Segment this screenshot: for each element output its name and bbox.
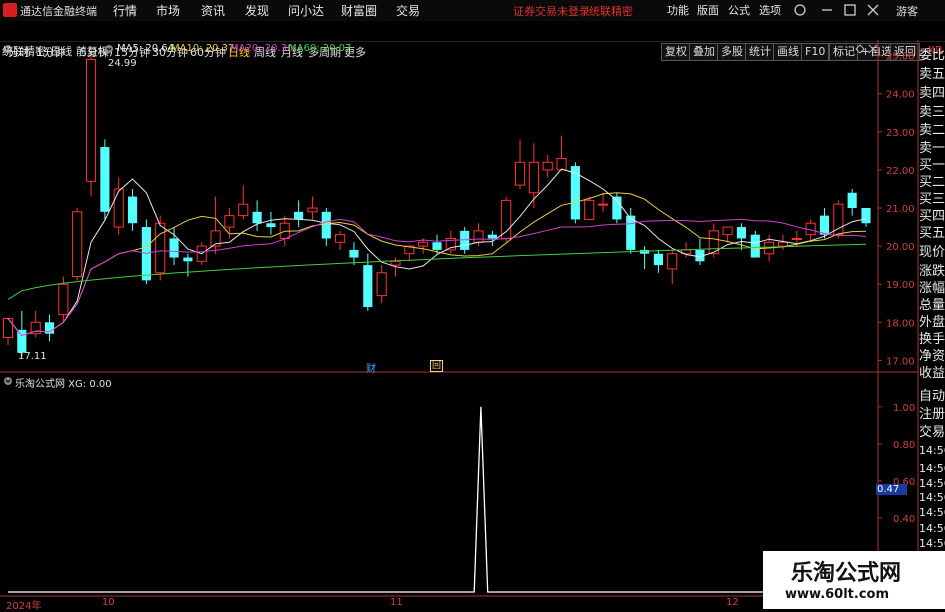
candle-body-up [58, 283, 69, 316]
candle-body-down [183, 257, 193, 262]
watermark-title: 乐淘公式网 [791, 561, 902, 586]
candle-body-down [487, 234, 497, 239]
x-axis-label-oct: 10 [102, 597, 115, 608]
price-tick-label: 22.00 [886, 166, 915, 177]
candle-body-down [847, 192, 857, 208]
candle-body-down [266, 223, 276, 228]
xg-tick-label: 0.40 [893, 514, 915, 525]
high-price-label: 24.99 [108, 58, 137, 69]
candle-body-down [321, 211, 331, 239]
candle-body-down [169, 238, 179, 258]
x-axis-label-dec: 12 [726, 597, 739, 608]
candle-body-up [155, 222, 166, 274]
candle-body-up [113, 188, 124, 228]
candle-body-up [418, 241, 429, 247]
cai-marker[interactable]: 财 [366, 360, 376, 375]
indicator-panel-title: 乐淘公式网 XG: 0.00 [15, 379, 112, 390]
price-tick-label: 25.00 [886, 52, 915, 63]
candle-body-up [307, 207, 318, 213]
price-tick-label: 20.00 [886, 242, 915, 253]
hui-marker[interactable]: 回 [430, 360, 444, 372]
candle-body-up [722, 226, 733, 236]
x-axis-label-nov: 11 [390, 597, 403, 608]
indicator-settings-icon[interactable] [3, 376, 13, 386]
xg-line [8, 406, 866, 593]
price-tick-label: 19.00 [886, 280, 915, 291]
candle-body-up [473, 230, 484, 243]
candle-body-up [390, 260, 401, 266]
candle-body-up [597, 203, 609, 206]
price-tick-label: 17.00 [886, 356, 915, 367]
candle-body-down [17, 329, 27, 353]
candle-body-down [750, 234, 760, 258]
panel-close-icon[interactable] [868, 44, 878, 54]
indicator-current-value: 0.47 [876, 484, 908, 495]
x-axis-label-year: 2024年 [6, 601, 42, 612]
candle-body-down [640, 249, 650, 254]
candle-body-up [556, 157, 567, 171]
price-tick-label: 18.00 [886, 318, 915, 329]
candle-body-up [542, 161, 553, 171]
candle-body-down [363, 265, 373, 308]
candle-body-up [667, 253, 678, 270]
price-panel-title: 统联精密(日线 前复权) [2, 45, 114, 58]
candle-body-down [432, 242, 442, 250]
candle-body-down [570, 166, 580, 220]
xg-tick-label: 0.80 [893, 440, 915, 451]
candle-body-up [501, 199, 512, 239]
watermark: 乐淘公式网 www.60lt.com [763, 551, 945, 609]
candle-body-up [238, 203, 249, 217]
ma60-label: MA60: 20.07 [288, 43, 352, 54]
price-tick-label: 24.00 [886, 90, 915, 101]
candle-body-down [736, 227, 747, 239]
candle-body-up [584, 199, 595, 220]
price-tick-label: 23.00 [886, 128, 915, 139]
candle-body-up [72, 211, 83, 278]
price-tick-label: 21.00 [886, 204, 915, 215]
diamond-icon[interactable] [855, 44, 865, 54]
candle-body-up [777, 241, 789, 247]
candle-body-up [376, 272, 387, 297]
kline-chart: 25.00 24.00 23.00 22.00 21.00 20.00 19.00 18.00… [0, 40, 919, 609]
ma5-label: MA5: 20.64 [117, 43, 175, 54]
candle-body-up [85, 58, 97, 182]
candle-body-up [514, 161, 526, 186]
candle-body-down [861, 208, 871, 224]
candle-body-down [819, 215, 830, 235]
candle-body-up [2, 317, 14, 339]
xg-tick-label: 1.00 [893, 403, 915, 414]
candle-body-down [252, 211, 262, 224]
candle-body-down [349, 249, 359, 258]
candle-body-down [100, 147, 110, 212]
ma-settings-icon[interactable] [104, 44, 114, 54]
candle-body-up [224, 215, 235, 228]
candle-body-up [335, 234, 346, 243]
ma20-label: MA20: 20.30 [230, 43, 294, 54]
candle-body-down [294, 211, 304, 220]
candle-body-down [653, 253, 663, 266]
candle-body-up [528, 161, 539, 194]
watermark-url: www.60lt.com [785, 587, 890, 602]
low-price-label: 17.11 [18, 351, 47, 362]
ma10-label: MA10: 20.37 [171, 43, 235, 54]
candle-body-up [791, 237, 802, 240]
candle-body-down [127, 196, 138, 224]
